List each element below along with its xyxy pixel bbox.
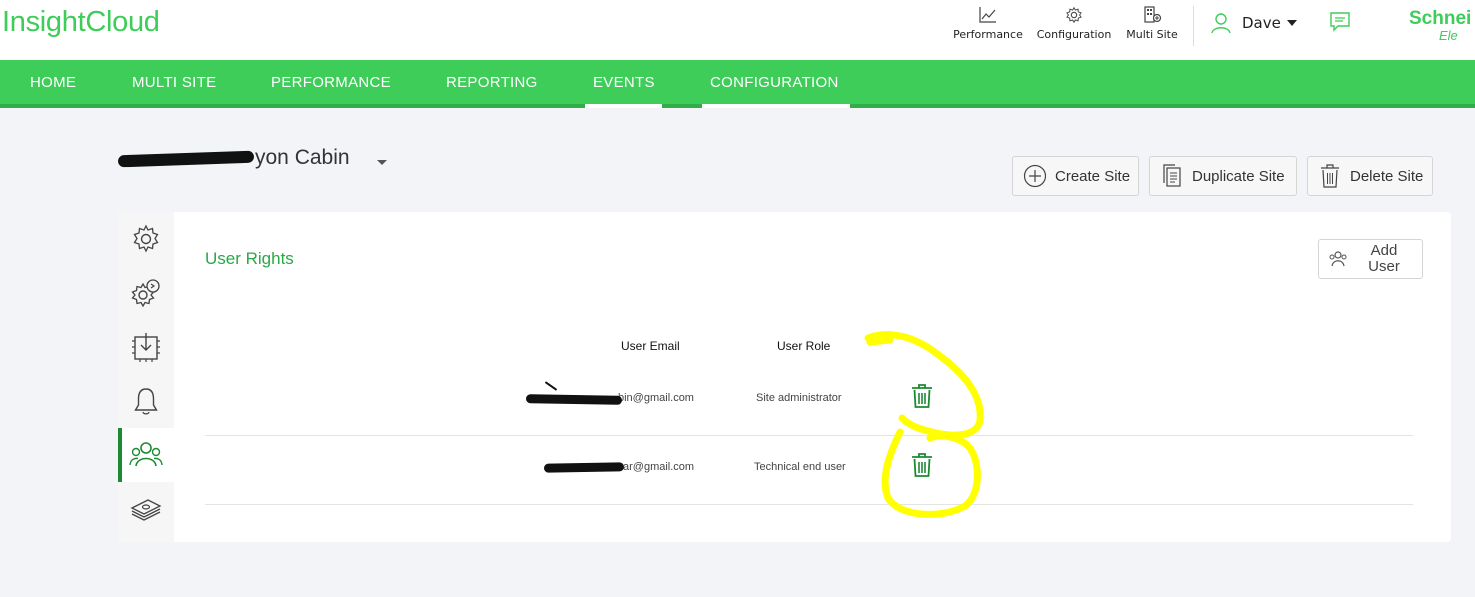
users-icon (1329, 251, 1347, 267)
sidebar-item-user-rights[interactable] (118, 428, 174, 482)
user-role: Site administrator (756, 392, 842, 404)
sidebar-item-advanced-settings[interactable] (118, 266, 174, 320)
config-sidebar (118, 212, 174, 542)
top-header: InsightCloud Performance Configuration M… (0, 0, 1475, 60)
yellow-highlight-annotation (864, 331, 984, 518)
redaction-mark (543, 462, 625, 473)
column-header-email: User Email (621, 339, 680, 353)
bell-icon (134, 388, 158, 415)
download-chip-icon (132, 333, 160, 362)
create-site-label: Create Site (1055, 167, 1131, 185)
sidebar-item-settings[interactable] (118, 212, 174, 266)
nav-reporting[interactable]: REPORTING (438, 60, 546, 108)
top-link-multi-site[interactable]: Multi Site (1124, 6, 1180, 41)
header-divider (1193, 6, 1194, 46)
delete-site-button[interactable]: Delete Site (1307, 156, 1433, 196)
top-link-multi-site-label: Multi Site (1126, 28, 1178, 41)
app-logo[interactable]: InsightCloud (2, 6, 160, 39)
building-icon (1144, 6, 1162, 23)
user-email: ar@gmail.com (623, 461, 695, 473)
column-header-role: User Role (777, 339, 831, 353)
add-user-label: Add User (1368, 242, 1400, 275)
top-link-configuration-label: Configuration (1036, 28, 1112, 41)
sidebar-item-notifications[interactable] (118, 374, 174, 428)
user-menu[interactable]: Dave (1210, 10, 1297, 36)
trash-icon (1321, 164, 1339, 188)
top-link-configuration[interactable]: Configuration (1036, 6, 1112, 41)
user-role: Technical end user (754, 461, 846, 473)
nav-performance[interactable]: PERFORMANCE (263, 60, 399, 108)
duplicate-site-label: Duplicate Site (1192, 167, 1285, 185)
user-rights-panel (118, 212, 1451, 542)
sidebar-item-firmware[interactable] (118, 320, 174, 374)
schneider-logo: Schnei Ele (1409, 8, 1472, 43)
delete-site-label: Delete Site (1350, 167, 1424, 185)
row-divider (205, 504, 1413, 505)
user-icon (1211, 13, 1231, 34)
chevron-down-icon[interactable] (377, 160, 387, 165)
top-link-performance[interactable]: Performance (953, 6, 1023, 41)
gear-icon (133, 224, 159, 253)
money-icon (130, 499, 162, 521)
user-email: bin@gmail.com (618, 392, 694, 404)
section-title: User Rights (205, 249, 294, 268)
redaction-mark (525, 394, 623, 405)
site-name-text: yon Cabin (255, 146, 350, 169)
top-link-performance-label: Performance (953, 28, 1023, 41)
plus-circle-icon (1023, 164, 1047, 188)
chat-icon (1330, 12, 1350, 32)
gear-settings-icon (131, 279, 160, 308)
nav-configuration[interactable]: CONFIGURATION (702, 60, 850, 108)
chart-line-icon (979, 7, 996, 23)
chevron-down-icon (1286, 20, 1297, 26)
document-copy-icon (1163, 164, 1181, 187)
create-site-button[interactable]: Create Site (1012, 156, 1139, 196)
chat-button[interactable] (1329, 11, 1351, 37)
gear-icon (1066, 6, 1082, 24)
user-name: Dave (1242, 14, 1281, 32)
row-divider (205, 435, 1413, 436)
duplicate-site-button[interactable]: Duplicate Site (1149, 156, 1297, 196)
main-nav: HOME MULTI SITE PERFORMANCE REPORTING EV… (0, 60, 1475, 108)
nav-events[interactable]: EVENTS (585, 60, 662, 108)
users-icon (129, 442, 163, 467)
sidebar-item-billing[interactable] (118, 482, 174, 536)
nav-home[interactable]: HOME (22, 60, 84, 108)
add-user-button[interactable]: Add User (1318, 239, 1423, 279)
nav-multi-site[interactable]: MULTI SITE (124, 60, 224, 108)
